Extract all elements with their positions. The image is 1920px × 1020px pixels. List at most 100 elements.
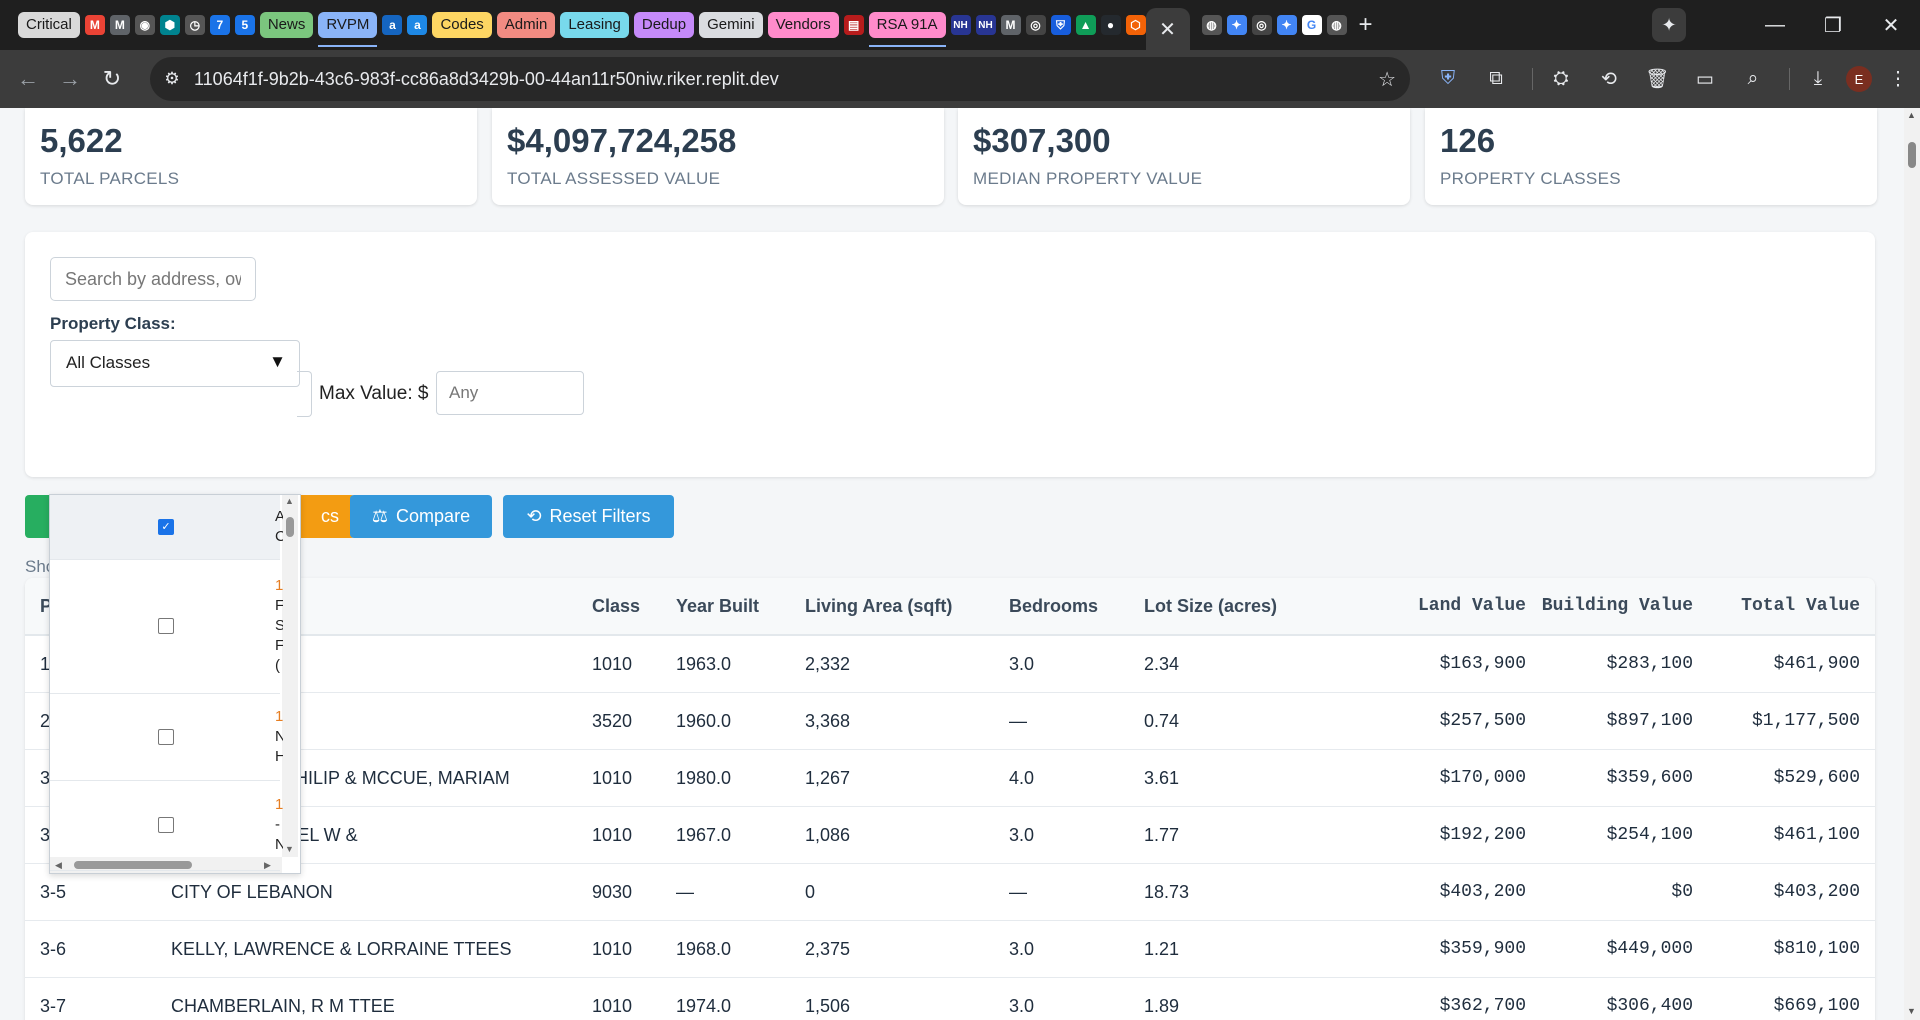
site-icon[interactable]: ▤ <box>843 15 864 35</box>
forward-icon[interactable]: → <box>52 66 88 92</box>
option-checkbox[interactable] <box>158 618 174 634</box>
trash-icon[interactable]: 🗑 <box>1637 67 1677 91</box>
close-window-icon[interactable]: ✕ <box>1862 13 1920 38</box>
google-icon[interactable]: G <box>1301 15 1322 35</box>
option-checkbox[interactable]: ✓ <box>158 519 174 535</box>
record-icon[interactable]: ◉ <box>134 15 155 35</box>
search-input[interactable] <box>50 257 256 301</box>
bitwarden-icon[interactable]: ⛨ <box>1428 68 1468 90</box>
stat-label: PROPERTY CLASSES <box>1440 169 1621 188</box>
incognito-icon[interactable]: ⛭ <box>1541 68 1581 90</box>
tab-group-rvpm[interactable]: RVPM <box>318 12 378 47</box>
gemini-icon[interactable]: ✦ <box>1652 8 1686 42</box>
table-cell: 3.0 <box>1009 635 1144 693</box>
close-tab-icon[interactable]: ✕ <box>1159 17 1176 42</box>
globe-icon[interactable]: ◍ <box>1201 15 1222 35</box>
tab-group-vendors[interactable]: Vendors <box>767 12 839 38</box>
dropdown-option[interactable]: 1 NH <box>50 693 283 781</box>
calendar-7-icon[interactable]: 7 <box>209 15 230 35</box>
replit-icon[interactable]: ⬡ <box>1125 15 1146 35</box>
tab-group-dedup[interactable]: Dedup <box>633 12 695 38</box>
mail-icon[interactable]: M <box>1000 15 1021 35</box>
gemini-icon[interactable]: ✦ <box>1276 15 1297 35</box>
column-header[interactable]: Lot Size (acres) <box>1144 578 1344 636</box>
tab-group-critical[interactable]: Critical <box>18 12 80 38</box>
gmail-icon[interactable]: M <box>84 15 105 35</box>
scrollbar-thumb[interactable] <box>286 517 294 537</box>
tab-group-rsa-91a[interactable]: RSA 91A <box>868 12 946 47</box>
bookmark-star-icon[interactable]: ☆ <box>1378 67 1396 92</box>
tab-group-news[interactable]: News <box>259 12 314 38</box>
option-checkbox[interactable] <box>158 817 174 833</box>
scroll-up-icon[interactable]: ▲ <box>285 496 294 506</box>
table-row[interactable]: 1N J &10101963.02,3323.02.34$163,900$283… <box>25 635 1875 693</box>
restore-icon[interactable]: ❐ <box>1804 13 1862 38</box>
page-vertical-scrollbar[interactable]: ▲ ▼ <box>1904 108 1920 1020</box>
table-row[interactable]: 3-7 CHAMBERLAIN, R M TTEE 1010 1974.0 1,506 3… <box>25 977 1875 1020</box>
scrollbar-thumb[interactable] <box>1908 142 1916 168</box>
tab-group-leasing[interactable]: Leasing <box>560 12 629 38</box>
minimize-icon[interactable]: — <box>1746 14 1804 37</box>
table-row[interactable]: 3-4WYATT, MICHAEL W &10101967.01,0863.01… <box>25 806 1875 864</box>
statistics-button[interactable]: cs <box>294 495 355 538</box>
a-icon[interactable]: a <box>382 15 403 35</box>
gemini-icon[interactable]: ✦ <box>1226 15 1247 35</box>
new-tab-button[interactable]: + <box>1359 11 1373 39</box>
history-icon[interactable]: ⟲ <box>1589 68 1629 91</box>
tab-group-gemini[interactable]: Gemini <box>699 12 763 38</box>
tab-group-admin[interactable]: Admin <box>496 12 556 38</box>
dropdown-option[interactable]: 1 - N <box>50 780 283 871</box>
calendar-5-icon[interactable]: 5 <box>234 15 255 35</box>
scroll-down-icon[interactable]: ▼ <box>285 844 294 854</box>
column-header[interactable]: Class <box>592 578 676 636</box>
nh-icon[interactable]: NH <box>950 15 971 35</box>
tab-group-codes[interactable]: Codes <box>432 12 492 38</box>
property-class-dropdown[interactable]: ▲ ▼ ◀ ▶ ✓AC1FSF(1NH1-N <box>49 494 301 874</box>
site-info-icon[interactable]: ⚙ <box>150 69 194 89</box>
column-header[interactable]: Building Value <box>1541 578 1708 636</box>
clock-icon[interactable]: ◷ <box>184 15 205 35</box>
a-icon[interactable]: a <box>407 15 428 35</box>
page-search-icon[interactable]: ⌕ <box>1733 68 1773 90</box>
github-icon[interactable]: ● <box>1100 15 1121 35</box>
option-checkbox[interactable] <box>158 728 174 745</box>
dropdown-vertical-scrollbar[interactable]: ▲ ▼ <box>282 495 298 857</box>
property-class-select[interactable]: All Classes ▼ <box>50 340 300 387</box>
address-bar[interactable]: ⚙ 11064f1f-9b2b-43c6-983f-cc86a8d3429b-0… <box>150 57 1410 101</box>
bitwarden-icon[interactable]: ⛨ <box>1050 15 1071 35</box>
column-header[interactable]: Land Value <box>1344 578 1541 636</box>
download-icon[interactable]: ⤓ <box>1798 68 1838 90</box>
avatar[interactable]: E <box>1846 66 1872 92</box>
dropdown-option[interactable]: ✓ AC <box>50 495 283 560</box>
column-header[interactable]: Total Value <box>1708 578 1875 636</box>
menu-kebab-icon[interactable]: ⋮ <box>1878 68 1918 91</box>
back-icon[interactable]: ← <box>10 66 46 92</box>
reset-filters-button-label: Reset Filters <box>549 506 651 526</box>
mail-icon[interactable]: M <box>109 15 130 35</box>
column-header[interactable]: Year Built <box>676 578 805 636</box>
min-value-input[interactable] <box>297 371 312 417</box>
url-text[interactable]: 11064f1f-9b2b-43c6-983f-cc86a8d3429b-00-… <box>194 69 779 90</box>
scroll-up-icon[interactable]: ▲ <box>1907 110 1916 120</box>
compare-button[interactable]: ⚖ Compare <box>350 495 492 538</box>
column-header[interactable]: Living Area (sqft) <box>805 578 1009 636</box>
card-icon[interactable]: ▭ <box>1685 68 1725 91</box>
table-row[interactable]: 2ILLAGE LLC35201960.03,368—0.74$257,500$… <box>25 692 1875 750</box>
drive-icon[interactable]: ▲ <box>1075 15 1096 35</box>
openai-icon[interactable]: ◎ <box>1025 15 1046 35</box>
table-row[interactable]: 3-2ANDERSON, PHILIP & MCCUE, MARIAM10101… <box>25 749 1875 807</box>
table-row[interactable]: 3-6 KELLY, LAWRENCE & LORRAINE TTEES 1010 1… <box>25 920 1875 978</box>
reset-filters-button[interactable]: ⟲ Reset Filters <box>503 495 674 538</box>
column-header[interactable]: Bedrooms <box>1009 578 1144 636</box>
nh-icon[interactable]: NH <box>975 15 996 35</box>
extensions-puzzle-icon[interactable]: ⧉ <box>1476 68 1516 90</box>
active-tab[interactable]: ✕ <box>1145 8 1190 50</box>
openai-icon[interactable]: ◎ <box>1251 15 1272 35</box>
max-value-input[interactable]: Any <box>436 371 584 415</box>
reload-icon[interactable]: ↻ <box>94 66 130 92</box>
table-row[interactable]: 3-5 CITY OF LEBANON 9030—0—18.73 $403,200 $0… <box>25 863 1875 921</box>
scroll-down-icon[interactable]: ▼ <box>1907 1006 1916 1016</box>
hex-icon[interactable]: ⬢ <box>159 15 180 35</box>
globe-icon[interactable]: ◍ <box>1326 15 1347 35</box>
dropdown-option[interactable]: 1FSF( <box>50 559 283 694</box>
